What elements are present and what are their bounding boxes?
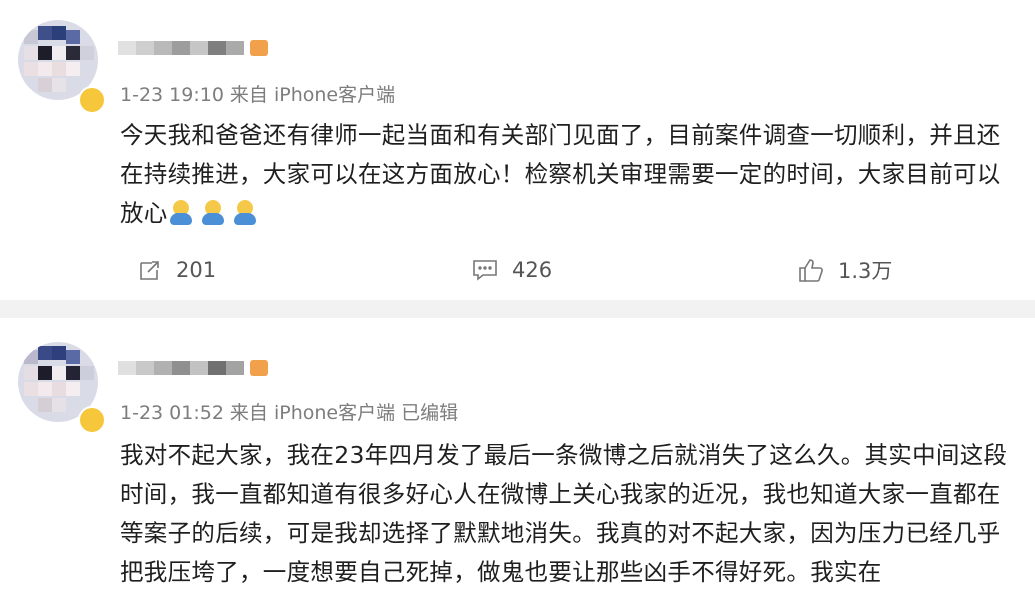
repost-count: 201 [176, 258, 217, 282]
post-time: 1-23 01:52 [120, 402, 224, 424]
username-blurred[interactable] [118, 358, 268, 378]
like-count: 1.3万 [838, 259, 893, 283]
post-meta: 1-23 01:52 来自 iPhone客户端 已编辑 [120, 398, 464, 425]
comment-count: 426 [512, 258, 553, 282]
comment-icon [473, 260, 497, 281]
post-source: 来自 iPhone客户端 [229, 84, 396, 106]
weibo-post-2: 1-23 01:52 来自 iPhone客户端 已编辑 我对不起大家，我在23年四月… [0, 318, 1035, 586]
edited-label: 已编辑 [401, 402, 459, 424]
repost-button[interactable]: 201 [138, 252, 216, 288]
verified-badge-icon [78, 406, 106, 434]
hug-emoji-icon [168, 200, 194, 226]
level-badge-icon [250, 40, 268, 56]
post-text: 今天我和爸爸还有律师一起当面和有关部门见面了，目前案件调查一切顺利，并且还在持续… [120, 116, 1015, 233]
level-badge-icon [250, 360, 268, 376]
comment-button[interactable]: 426 [472, 252, 552, 288]
post-actions: 201 426 1.3万 [0, 252, 1035, 288]
hug-emoji-icon [200, 200, 226, 226]
like-button[interactable]: 1.3万 [798, 252, 892, 288]
post-separator [0, 300, 1035, 318]
like-icon [799, 259, 823, 282]
post-time: 1-23 19:10 [120, 84, 224, 106]
post-text: 我对不起大家，我在23年四月发了最后一条微博之后就消失了这么久。其实中间这段时间… [120, 436, 1015, 592]
hug-emoji-icon [232, 200, 258, 226]
verified-badge-icon [78, 86, 106, 114]
weibo-post-1: 1-23 19:10 来自 iPhone客户端 今天我和爸爸还有律师一起当面和有关… [0, 0, 1035, 300]
post-source: 来自 iPhone客户端 [229, 402, 396, 424]
post-text-content: 我对不起大家，我在23年四月发了最后一条微博之后就消失了这么久。其实中间这段时间… [120, 441, 1008, 586]
repost-icon [140, 261, 159, 280]
post-meta: 1-23 19:10 来自 iPhone客户端 [120, 80, 401, 107]
username-blurred[interactable] [118, 38, 268, 58]
